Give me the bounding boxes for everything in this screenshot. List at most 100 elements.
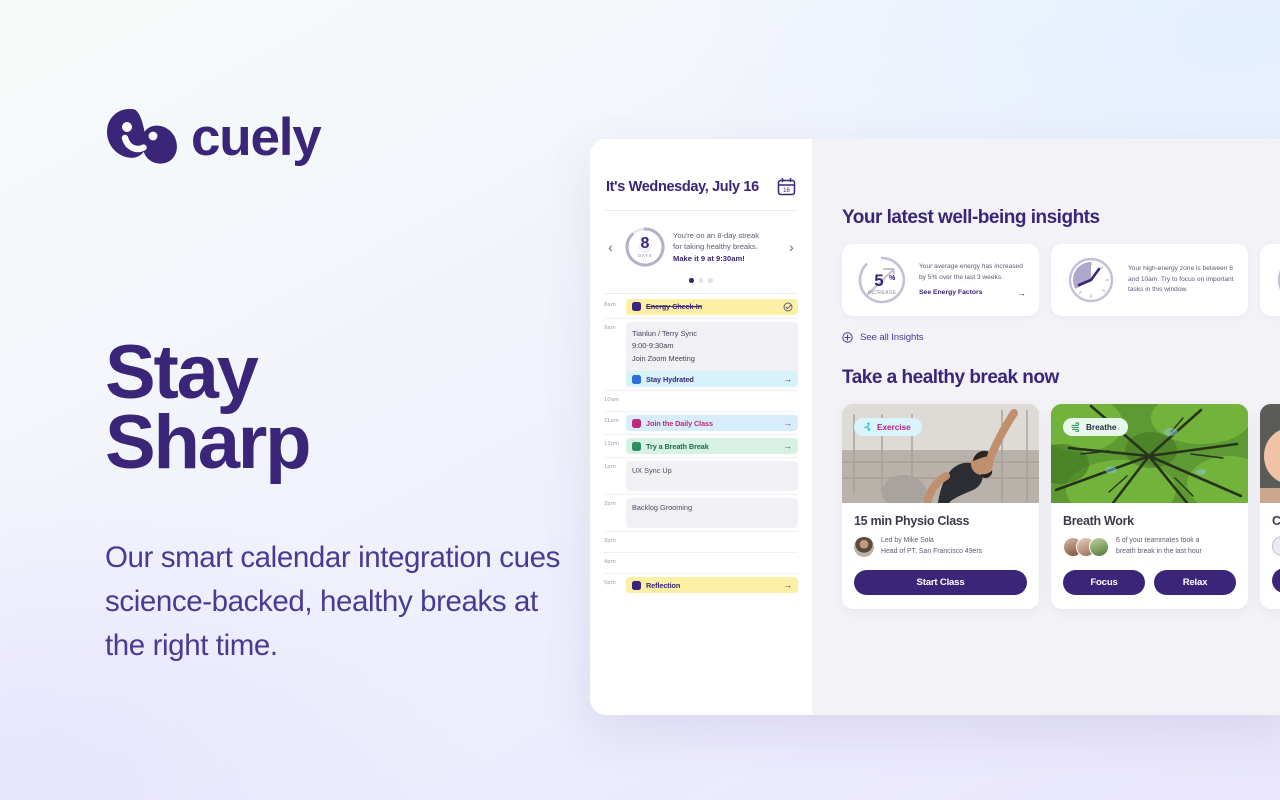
break-card-title: 15 min Physio Class <box>854 514 970 528</box>
calendar-date-title: It's Wednesday, July 16 <box>606 178 759 195</box>
see-all-insights-label: See all Insights <box>860 332 924 343</box>
schedule-slot: 9am Tianlun / Terry Sync 9:00-9:30am Joi… <box>604 319 798 392</box>
event-reflection[interactable]: Reflection → <box>626 577 798 594</box>
event-arrow-icon: → <box>783 374 793 385</box>
hero-section: cuely Stay Sharp Our smart calendar inte… <box>105 100 575 669</box>
svg-text:%: % <box>889 275 896 282</box>
brand-logo: cuely <box>105 100 575 174</box>
schedule-slot: 1pm UX Sync Up <box>604 458 798 496</box>
see-energy-factors-link[interactable]: See Energy Factors → <box>919 288 1026 298</box>
event-label: Join the Daily Class <box>646 418 713 428</box>
break-card-actions: Focus Relax <box>1063 569 1236 595</box>
check-circle-icon <box>783 302 793 312</box>
slot-time: 11am <box>604 418 619 425</box>
event-ux-sync-up[interactable]: UX Sync Up <box>626 461 798 492</box>
streak-ring: 8 DAYS <box>623 225 667 269</box>
arrow-right-icon: → <box>1017 287 1026 298</box>
event-energy-check-in[interactable]: Energy Check-In <box>626 298 798 315</box>
event-stay-hydrated[interactable]: Stay Hydrated → <box>626 371 798 388</box>
brand-name: cuely <box>191 107 322 167</box>
svg-text:16: 16 <box>783 188 790 194</box>
slot-time: 12pm <box>604 441 620 448</box>
calendar-column: It's Wednesday, July 16 16 ‹ 8 DAYS You'… <box>590 139 812 715</box>
event-tianlun-terry-sync[interactable]: Tianlun / Terry Sync 9:00-9:30am Join Zo… <box>626 321 798 372</box>
break-card-title: C <box>1272 514 1280 528</box>
gauge-increase-icon: 5 % INCREASE <box>855 253 909 307</box>
break-card-image: Exercise <box>842 404 1039 503</box>
event-label: Energy Check-In <box>646 302 703 311</box>
pager-dot-2[interactable] <box>698 278 704 283</box>
dashboard-content: Your latest well-being insights 5 % INCR… <box>812 139 1280 715</box>
see-all-insights-link[interactable]: See all Insights <box>842 332 1280 343</box>
schedule-slot: 5pm Reflection → <box>604 574 798 596</box>
break-card-image: Breathe <box>1051 404 1248 503</box>
wind-icon <box>1071 422 1081 433</box>
break-card-subtext: 6 of your teammates took a breath break … <box>1116 536 1202 558</box>
meeting-title: Tianlun / Terry Sync <box>632 328 697 338</box>
avatar <box>854 536 874 557</box>
break-card-meta: 6 of your teammates took a breath break … <box>1063 536 1236 558</box>
event-label: Try a Breath Break <box>646 441 709 451</box>
schedule-slot: 8am Energy Check-In <box>604 296 798 319</box>
streak-text: You're on an 8-day streak for taking hea… <box>673 230 779 265</box>
svg-text:5: 5 <box>874 271 883 290</box>
streak-next-button[interactable]: › <box>785 240 798 254</box>
clock-zone-icon <box>1064 253 1118 307</box>
break-card-badge-label: Breathe <box>1086 422 1117 432</box>
app-preview-panel: It's Wednesday, July 16 16 ‹ 8 DAYS You'… <box>590 139 1280 715</box>
insight-text: Your high-energy zone is between 8 and 1… <box>1128 264 1234 294</box>
streak-prev-button[interactable]: ‹ <box>604 240 617 254</box>
breaks-section-title: Take a healthy break now <box>842 367 1059 388</box>
break-card-image <box>1260 404 1280 503</box>
insight-link-label: See Energy Factors <box>919 289 983 297</box>
event-badge-icon <box>632 580 641 590</box>
event-arrow-icon: → <box>783 441 793 452</box>
streak-unit: DAYS <box>637 253 653 258</box>
schedule-slot: 2pm Backlog Grooming <box>604 495 798 533</box>
schedule-slot: 12pm Try a Breath Break → <box>604 435 798 459</box>
break-card-badge-label: Exercise <box>877 422 911 432</box>
break-card-physio-class[interactable]: Exercise 15 min Physio Class Led by Mike… <box>842 404 1039 609</box>
insight-card-energy-increase[interactable]: 5 % INCREASE Your average energy has inc… <box>842 244 1039 316</box>
pager-dot-1[interactable] <box>689 278 694 283</box>
break-card-meta <box>1272 536 1280 556</box>
break-card-breath-work[interactable]: Breathe Breath Work 6 of your teammates … <box>1051 404 1248 609</box>
slot-time: 10am <box>604 397 620 404</box>
event-try-breath-break[interactable]: Try a Breath Break → <box>626 438 798 455</box>
event-join-daily-class[interactable]: Join the Daily Class → <box>626 415 798 432</box>
streak-line-2: for taking healthy breaks. <box>673 242 758 252</box>
break-card-list: Exercise 15 min Physio Class Led by Mike… <box>842 404 1280 609</box>
insight-card-partial[interactable] <box>1260 244 1280 316</box>
meeting-time: 9:00-9:30am <box>632 341 674 351</box>
break-card-title: Breath Work <box>1063 514 1134 528</box>
slot-time: 4pm <box>604 559 616 566</box>
slot-time: 5pm <box>604 580 616 587</box>
event-arrow-icon: → <box>783 580 793 591</box>
break-card-partial[interactable]: C <box>1260 404 1280 609</box>
focus-button[interactable]: Focus <box>1063 569 1145 595</box>
pager-dot-3[interactable] <box>708 278 713 283</box>
event-backlog-grooming[interactable]: Backlog Grooming <box>626 498 798 529</box>
event-badge-icon <box>632 418 641 428</box>
avatar <box>1272 536 1280 556</box>
insight-text: Your average energy has increased by 5% … <box>919 263 1023 281</box>
relax-button[interactable]: Relax <box>1154 569 1236 595</box>
schedule-slot: 11am Join the Daily Class → <box>604 412 798 436</box>
insights-section-title: Your latest well-being insights <box>842 207 1100 228</box>
calendar-header: It's Wednesday, July 16 16 <box>604 139 798 210</box>
schedule-list: 8am Energy Check-In 9am Tianlun / Terry … <box>604 294 798 716</box>
calendar-icon[interactable]: 16 <box>777 177 796 196</box>
break-card-badge: Breathe <box>1063 418 1128 436</box>
avatar-stack <box>1063 536 1109 557</box>
slot-time: 2pm <box>604 501 616 508</box>
dial-meter-icon <box>1273 253 1280 307</box>
start-class-button[interactable]: Start Class <box>854 569 1027 595</box>
schedule-slot: 3pm <box>604 532 798 554</box>
insights-card-list: 5 % INCREASE Your average energy has inc… <box>842 244 1280 316</box>
event-badge-icon <box>632 441 641 451</box>
insight-card-high-energy-zone[interactable]: Your high-energy zone is between 8 and 1… <box>1051 244 1248 316</box>
meeting-join-link[interactable]: Join Zoom Meeting <box>632 353 792 366</box>
break-card-meta: Led by Mike Sola Head of PT, San Francis… <box>854 536 1027 558</box>
break-card-primary-button[interactable] <box>1272 568 1280 593</box>
hero-subcopy: Our smart calendar integration cues scie… <box>105 540 560 663</box>
